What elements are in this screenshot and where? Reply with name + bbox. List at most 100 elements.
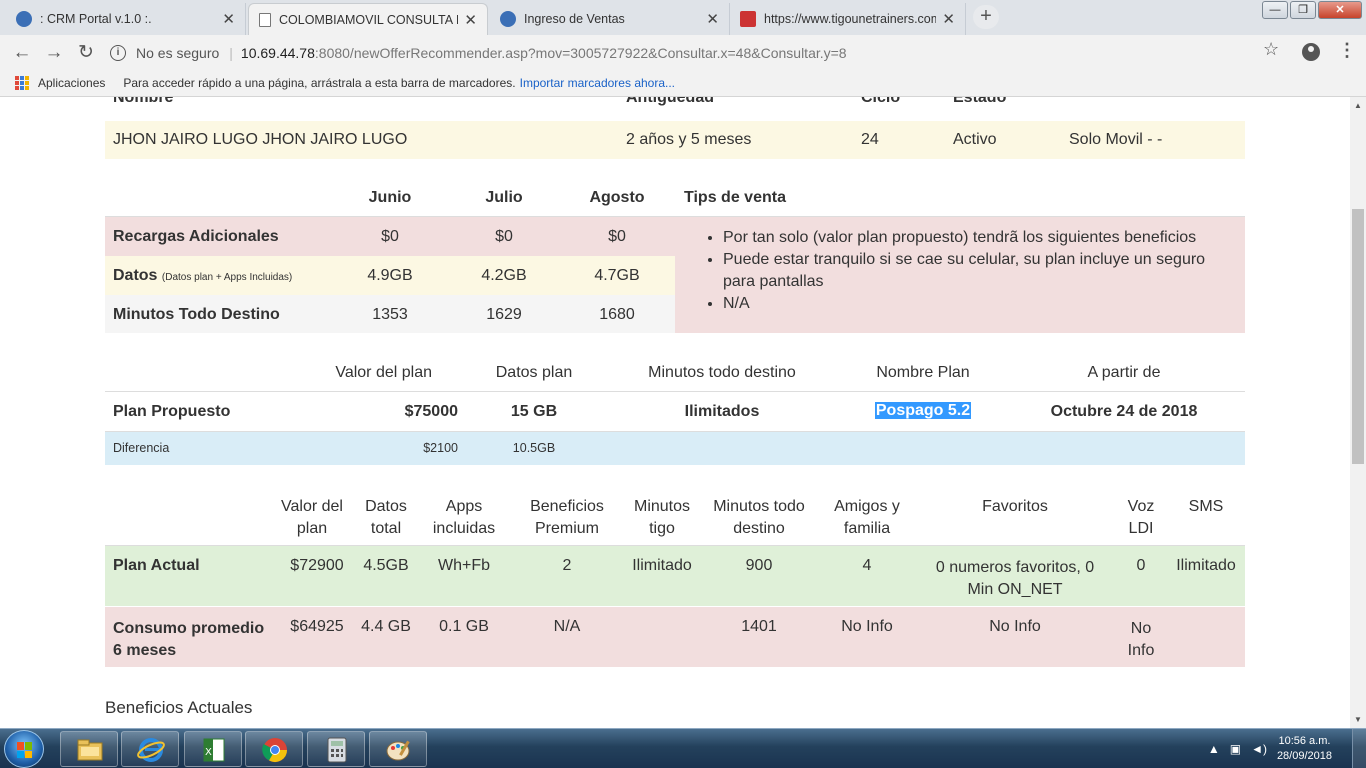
page-scrollbar[interactable]: ▲ ▼ bbox=[1350, 97, 1366, 728]
tab-ingreso-ventas[interactable]: Ingreso de Ventas ✕ bbox=[490, 3, 730, 35]
label-consumo-promedio: Consumo promedio 6 meses bbox=[113, 620, 265, 659]
label-plan-propuesto: Plan Propuesto bbox=[113, 403, 231, 420]
calculator-icon[interactable] bbox=[307, 731, 365, 767]
plan-propuesto-minutos: Ilimitados bbox=[684, 403, 760, 420]
scroll-up-icon[interactable]: ▲ bbox=[1354, 101, 1362, 110]
scrollbar-thumb[interactable] bbox=[1352, 209, 1364, 464]
label-minutos: Minutos Todo Destino bbox=[113, 306, 280, 323]
tab-title: https://www.tigounetrainers.com bbox=[764, 12, 937, 26]
consumo-beneficios: N/A bbox=[553, 618, 581, 635]
label-datos-sub: (Datos plan + Apps Incluidas) bbox=[161, 272, 293, 283]
maximize-button[interactable]: ❐ bbox=[1290, 1, 1316, 19]
close-tab-icon[interactable]: ✕ bbox=[464, 11, 477, 29]
network-icon[interactable]: ▣ bbox=[1230, 742, 1241, 756]
show-desktop-button[interactable] bbox=[1352, 729, 1366, 768]
tab-tigounetrainers[interactable]: https://www.tigounetrainers.com ✕ bbox=[730, 3, 966, 35]
value-recargas-julio: $0 bbox=[495, 228, 513, 245]
header-voz-ldi: Voz LDI bbox=[1127, 498, 1155, 537]
value-datos-junio: 4.9GB bbox=[367, 267, 413, 284]
value-datos-julio: 4.2GB bbox=[481, 267, 527, 284]
reload-icon[interactable]: ↻ bbox=[70, 37, 102, 69]
system-tray: ▲ ▣ ◄) 10:56 a.m. 28/09/2018 bbox=[1208, 729, 1366, 768]
header-a-partir-de: A partir de bbox=[1087, 364, 1161, 381]
tab-title: : CRM Portal v.1.0 :. bbox=[40, 12, 152, 26]
volume-icon[interactable]: ◄) bbox=[1251, 742, 1267, 756]
value-recargas-agosto: $0 bbox=[608, 228, 626, 245]
value-minutos-julio: 1629 bbox=[486, 306, 522, 323]
back-icon[interactable]: ← bbox=[6, 37, 38, 69]
header-valor-plan: Valor del plan bbox=[335, 364, 432, 381]
show-hidden-icons-icon[interactable]: ▲ bbox=[1208, 742, 1220, 756]
bookmarks-hint: Para acceder rápido a una página, arrást… bbox=[123, 76, 516, 90]
consumo-amigos: No Info bbox=[841, 618, 893, 635]
apps-link[interactable]: Aplicaciones bbox=[38, 76, 105, 90]
plan-actual-favoritos: 0 numeros favoritos, 0 Min ON_NET bbox=[935, 559, 1095, 598]
apps-grid-icon[interactable] bbox=[15, 76, 29, 90]
consumo-favoritos: No Info bbox=[989, 618, 1041, 635]
close-tab-icon[interactable]: ✕ bbox=[706, 10, 719, 28]
plan-actual-voz-ldi: 0 bbox=[1136, 557, 1146, 574]
plan-actual-minutos-destino: 900 bbox=[745, 557, 773, 574]
explorer-icon[interactable] bbox=[60, 731, 118, 767]
plan-actual-amigos: 4 bbox=[862, 557, 872, 574]
forward-icon[interactable]: → bbox=[38, 37, 70, 69]
internet-explorer-icon[interactable] bbox=[121, 731, 179, 767]
client-estado: Activo bbox=[953, 131, 997, 148]
consumo-apps: 0.1 GB bbox=[439, 618, 489, 635]
close-tab-icon[interactable]: ✕ bbox=[942, 10, 955, 28]
tips-header: Tips de venta bbox=[684, 189, 786, 206]
header-minutos-todo-destino: Minutos todo destino bbox=[713, 498, 805, 537]
bookmarks-bar: Aplicaciones Para acceder rápido a una p… bbox=[0, 70, 1366, 97]
address-bar[interactable]: i No es seguro | 10.69.44.78:8080/newOff… bbox=[110, 38, 1290, 67]
menu-dots-icon[interactable]: ⋮ bbox=[1338, 40, 1356, 61]
value-minutos-junio: 1353 bbox=[372, 306, 408, 323]
tab-crm-portal[interactable]: : CRM Portal v.1.0 :. ✕ bbox=[6, 3, 246, 35]
header-nombre-plan: Nombre Plan bbox=[876, 364, 970, 381]
consumo-minutos-destino: 1401 bbox=[741, 618, 777, 635]
clock-time: 10:56 a.m. bbox=[1278, 735, 1331, 747]
row-diferencia bbox=[105, 432, 1245, 465]
page-content: Nombre Antigüedad Ciclo Estado JHON JAIR… bbox=[0, 97, 1350, 728]
info-icon[interactable]: i bbox=[110, 44, 126, 61]
minimize-button[interactable]: — bbox=[1262, 1, 1288, 19]
header-datos-plan: Datos plan bbox=[495, 364, 573, 381]
plan-actual-apps: Wh+Fb bbox=[437, 557, 490, 574]
month-header-agosto: Agosto bbox=[589, 189, 645, 206]
import-bookmarks-link[interactable]: Importar marcadores ahora... bbox=[520, 76, 675, 90]
tip-item: N/A bbox=[723, 293, 1223, 315]
plan-actual-beneficios: 2 bbox=[562, 557, 572, 574]
client-antiguedad: 2 años y 5 meses bbox=[626, 131, 752, 148]
tigo-favicon-icon bbox=[500, 11, 516, 27]
row-consumo-promedio bbox=[105, 607, 1245, 667]
close-tab-icon[interactable]: ✕ bbox=[222, 10, 235, 28]
header-minutos-tigo: Minutos tigo bbox=[633, 498, 691, 537]
bookmark-star-icon[interactable]: ☆ bbox=[1263, 39, 1279, 60]
plan-propuesto-fecha: Octubre 24 de 2018 bbox=[1050, 403, 1198, 420]
clock[interactable]: 10:56 a.m. 28/09/2018 bbox=[1277, 734, 1332, 764]
svg-text:X: X bbox=[205, 747, 212, 758]
value-datos-agosto: 4.7GB bbox=[594, 267, 640, 284]
clock-date: 28/09/2018 bbox=[1276, 750, 1332, 762]
header-favoritos: Favoritos bbox=[982, 498, 1048, 515]
url-host: 10.69.44.78 bbox=[240, 44, 315, 61]
page-favicon-icon bbox=[259, 12, 271, 27]
paint-icon[interactable] bbox=[369, 731, 427, 767]
start-button[interactable] bbox=[4, 730, 44, 768]
label-recargas: Recargas Adicionales bbox=[113, 228, 279, 245]
chrome-icon[interactable] bbox=[245, 731, 303, 767]
excel-icon[interactable]: X bbox=[184, 731, 242, 767]
label-datos-text: Datos bbox=[113, 267, 158, 284]
plan-actual-sms: Ilimitado bbox=[1176, 557, 1236, 574]
header-amigos-familia: Amigos y familia bbox=[834, 498, 900, 537]
plan-propuesto-nombre[interactable]: Pospago 5.2 bbox=[858, 402, 988, 420]
account-icon[interactable] bbox=[1302, 43, 1320, 61]
tab-colombiamovil[interactable]: COLOMBIAMOVIL CONSULTA IN ✕ bbox=[248, 3, 488, 35]
divider bbox=[105, 391, 1245, 392]
close-window-button[interactable]: ✕ bbox=[1318, 1, 1362, 19]
plan-propuesto-valor: $75000 bbox=[404, 403, 458, 420]
tip-item: Puede estar tranquilo si se cae su celul… bbox=[723, 249, 1223, 293]
new-tab-button[interactable]: + bbox=[973, 5, 999, 29]
scroll-down-icon[interactable]: ▼ bbox=[1354, 715, 1362, 724]
selected-text[interactable]: Pospago 5.2 bbox=[874, 402, 972, 419]
label-plan-actual: Plan Actual bbox=[113, 557, 200, 574]
